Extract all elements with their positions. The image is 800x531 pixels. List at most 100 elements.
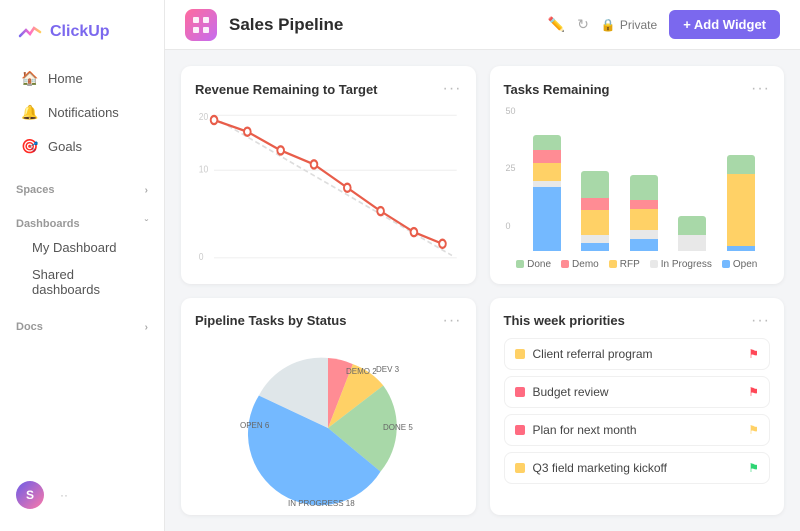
revenue-card-title: Revenue Remaining to Target — [195, 82, 378, 97]
tasks-bar-chart: 50 25 0 — [504, 106, 771, 270]
legend-demo: Demo — [561, 259, 599, 270]
lock-icon: 🔒 — [601, 18, 616, 32]
legend-rfp-label: RFP — [620, 259, 640, 270]
svg-text:0: 0 — [199, 251, 204, 263]
priority-flag-4: ⚑ — [748, 461, 759, 475]
private-toggle[interactable]: 🔒 Private — [601, 18, 657, 32]
priority-item-3-left: Plan for next month — [515, 423, 637, 437]
pipeline-pie-chart: DEMO 2 DEV 3 DONE 5 IN PROGRESS 18 OPEN … — [195, 338, 462, 516]
revenue-chart: 20 10 0 — [195, 106, 462, 270]
legend-rfp: RFP — [609, 259, 640, 270]
priority-flag-1: ⚑ — [748, 347, 759, 361]
pie-label-done: DONE 5 — [383, 423, 413, 432]
sidebar-item-shared-dashboards[interactable]: Shared dashboards — [6, 261, 158, 303]
docs-chevron-icon: › — [145, 322, 148, 333]
priorities-card-menu[interactable]: ··· — [751, 312, 770, 330]
bar-group-3 — [625, 106, 664, 251]
revenue-line-chart: 20 10 0 — [195, 106, 462, 270]
tasks-card-header: Tasks Remaining ··· — [504, 80, 771, 98]
spaces-section[interactable]: Spaces › — [0, 172, 164, 200]
priority-dot-3 — [515, 425, 525, 435]
sidebar-item-notifications-label: Notifications — [48, 105, 119, 120]
bar-demo — [533, 150, 561, 163]
topbar: Sales Pipeline ✏️ ↻ 🔒 Private + Add Widg… — [165, 0, 800, 50]
priority-item-1[interactable]: Client referral program ⚑ — [504, 338, 771, 370]
revenue-card-menu[interactable]: ··· — [443, 80, 462, 98]
bar-inprogress — [581, 235, 609, 243]
priority-item-4-left: Q3 field marketing kickoff — [515, 461, 668, 475]
priority-flag-3: ⚑ — [748, 423, 759, 437]
logo-text: ClickUp — [50, 23, 110, 41]
bar-rfp — [581, 210, 609, 235]
sidebar-item-goals-label: Goals — [48, 139, 82, 154]
pipeline-svg-icon — [192, 16, 210, 34]
legend-open: Open — [722, 259, 757, 270]
bar-open — [630, 239, 658, 250]
topbar-actions: ✏️ ↻ 🔒 Private + Add Widget — [548, 10, 780, 39]
page-title: Sales Pipeline — [229, 15, 536, 35]
svg-text:10: 10 — [199, 164, 209, 176]
spaces-chevron-icon: › — [145, 185, 148, 196]
pipeline-card: Pipeline Tasks by Status ··· — [181, 298, 476, 516]
legend-done: Done — [516, 259, 551, 270]
main-content: Sales Pipeline ✏️ ↻ 🔒 Private + Add Widg… — [165, 0, 800, 531]
priorities-list: Client referral program ⚑ Budget review … — [504, 338, 771, 502]
bar-group-5 — [722, 106, 761, 251]
bar-stack-1 — [533, 135, 561, 251]
legend-demo-dot — [561, 260, 569, 268]
sidebar-item-my-dashboard[interactable]: My Dashboard — [6, 234, 158, 261]
tasks-card-menu[interactable]: ··· — [751, 80, 770, 98]
pie-svg: DEMO 2 DEV 3 DONE 5 IN PROGRESS 18 OPEN … — [198, 338, 458, 516]
bar-legend: Done Demo RFP In Progress — [504, 259, 771, 270]
priority-item-4[interactable]: Q3 field marketing kickoff ⚑ — [504, 452, 771, 484]
priority-item-1-left: Client referral program — [515, 347, 653, 361]
sidebar-item-home[interactable]: 🏠 Home — [6, 62, 158, 94]
pie-label-open: OPEN 6 — [240, 421, 270, 430]
clickup-logo-icon — [16, 18, 44, 46]
bar-chart-area: 50 25 0 — [504, 106, 771, 251]
bar-group-1 — [528, 106, 567, 251]
svg-text:20: 20 — [199, 111, 209, 123]
legend-demo-label: Demo — [572, 259, 599, 270]
sidebar-item-notifications[interactable]: 🔔 Notifications — [6, 96, 158, 128]
legend-done-label: Done — [527, 259, 551, 270]
docs-section[interactable]: Docs › — [0, 309, 164, 337]
revenue-card-header: Revenue Remaining to Target ··· — [195, 80, 462, 98]
bar-open — [581, 243, 609, 251]
legend-inprogress: In Progress — [650, 259, 712, 270]
my-dashboard-label: My Dashboard — [32, 240, 117, 255]
home-icon: 🏠 — [22, 70, 38, 86]
bar-done — [678, 216, 706, 235]
priority-item-3[interactable]: Plan for next month ⚑ — [504, 414, 771, 446]
legend-inprogress-label: In Progress — [661, 259, 712, 270]
shared-dashboards-label: Shared dashboards — [32, 267, 142, 297]
bar-stack-3 — [630, 175, 658, 250]
goals-icon: 🎯 — [22, 138, 38, 154]
sidebar: ClickUp 🏠 Home 🔔 Notifications 🎯 Goals S… — [0, 0, 165, 531]
bar-demo — [630, 200, 658, 209]
dashboards-section[interactable]: Dashboards ˇ — [0, 206, 164, 234]
bar-stack-4 — [678, 216, 706, 251]
sidebar-nav: 🏠 Home 🔔 Notifications 🎯 Goals Spaces › … — [0, 62, 164, 471]
add-widget-button[interactable]: + Add Widget — [669, 10, 780, 39]
pipeline-card-title: Pipeline Tasks by Status — [195, 313, 346, 328]
refresh-icon[interactable]: ↻ — [577, 16, 589, 33]
spaces-section-label: Spaces — [16, 184, 55, 196]
bar-done — [630, 175, 658, 200]
sidebar-item-goals[interactable]: 🎯 Goals — [6, 130, 158, 162]
priority-item-2[interactable]: Budget review ⚑ — [504, 376, 771, 408]
bar-done — [533, 135, 561, 150]
user-menu-dots[interactable]: ·· — [60, 488, 68, 502]
pipeline-card-menu[interactable]: ··· — [443, 312, 462, 330]
edit-icon[interactable]: ✏️ — [548, 16, 565, 33]
dashboard-grid: Revenue Remaining to Target ··· 20 10 0 — [165, 50, 800, 531]
bar-inprogress — [678, 235, 706, 251]
bar-inprogress — [630, 230, 658, 239]
legend-open-dot — [722, 260, 730, 268]
bar-done — [727, 155, 755, 174]
tasks-card-title: Tasks Remaining — [504, 82, 610, 97]
bar-open — [727, 246, 755, 251]
user-profile[interactable]: S ·· — [0, 471, 164, 519]
logo: ClickUp — [0, 12, 164, 62]
pipeline-icon — [185, 9, 217, 41]
